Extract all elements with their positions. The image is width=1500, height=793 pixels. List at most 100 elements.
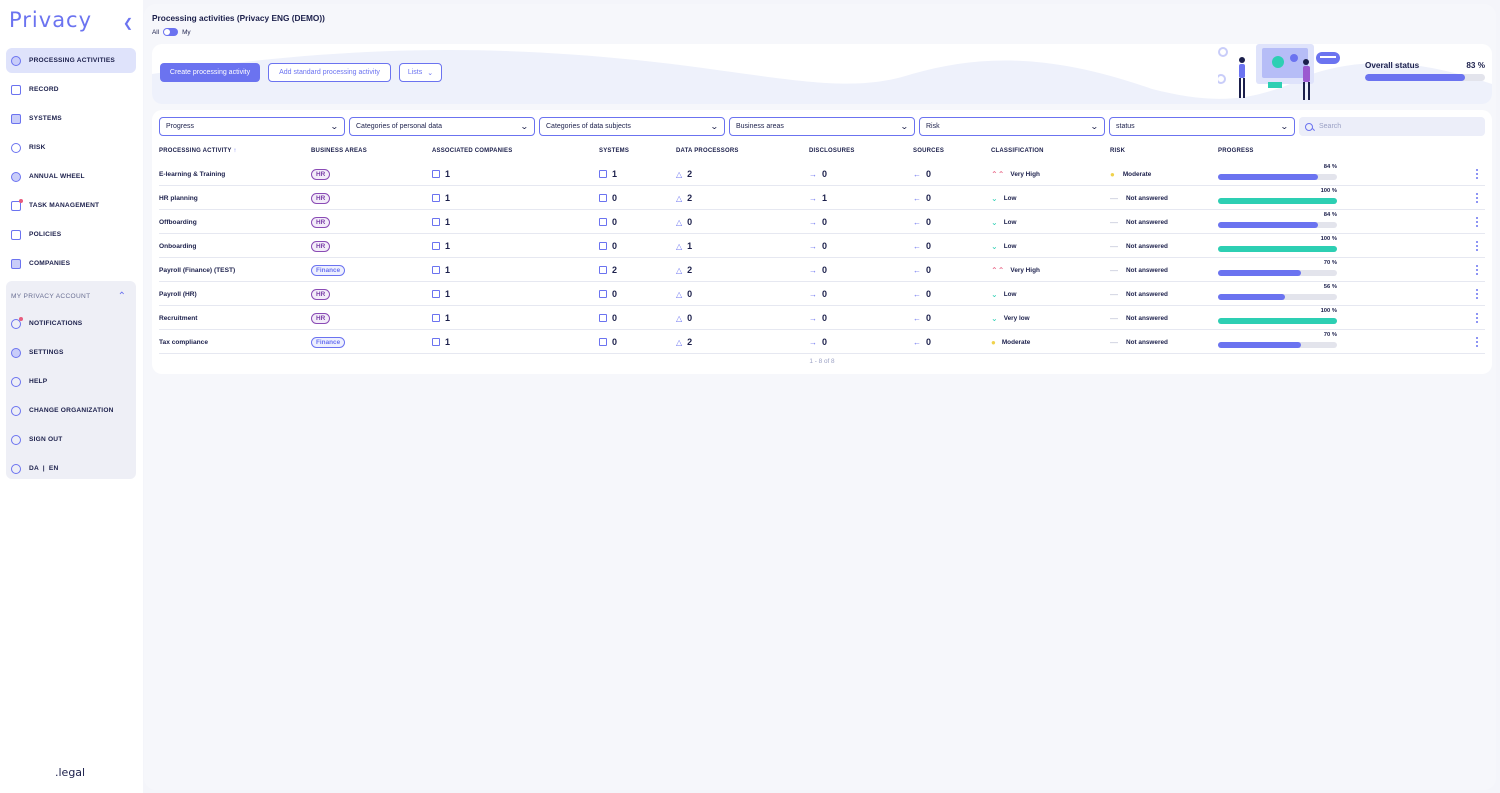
chevron-down-icon: ⌄ [330,122,340,131]
systems-count: 2 [612,265,618,275]
activity-name[interactable]: Payroll (HR) [159,291,197,298]
column-header-risk: RISK [1110,148,1126,154]
arrow-right-icon: → [809,265,817,275]
table-row[interactable]: Onboarding HR 1 0 △ 1 → 0 ← 0 ⌄ Low — Not answered 100… [159,234,1485,258]
progress-fill [1218,198,1337,204]
overall-status-fill [1365,74,1465,81]
business-area-tag: HR [311,312,331,324]
risk-label: Not answered [1126,242,1168,250]
row-menu-icon[interactable] [1475,193,1479,203]
chevron-up-icon[interactable]: ⌃ [118,291,126,302]
sidebar-item-processing-activities[interactable]: PROCESSING ACTIVITIES [6,48,136,73]
filter-status[interactable]: status ⌄ [1109,117,1295,136]
filter-risk[interactable]: Risk ⌄ [919,117,1105,136]
filter-label: Risk [926,123,940,130]
sidebar-item-risk[interactable]: RISK [6,135,136,160]
progress-bar: 84 % [1218,212,1337,228]
sidebar-item-label: SETTINGS [29,349,64,356]
sidebar-item-label: CHANGE ORGANIZATION [29,407,114,414]
row-menu-icon[interactable] [1475,289,1479,299]
sidebar-item-change-organization[interactable]: CHANGE ORGANIZATION [6,398,136,423]
activity-name[interactable]: HR planning [159,195,198,202]
language-switcher[interactable]: DA | EN [6,456,136,481]
sidebar-item-annual-wheel[interactable]: ANNUAL WHEEL [6,164,136,189]
sidebar-item-policies[interactable]: POLICIES [6,222,136,247]
lists-dropdown[interactable]: Lists ⌄ [399,63,442,82]
wheel-icon [11,171,21,182]
sidebar-item-companies[interactable]: COMPANIES [6,251,136,276]
activity-name[interactable]: Recruitment [159,315,197,322]
activity-name[interactable]: Payroll (Finance) (TEST) [159,267,235,274]
table-row[interactable]: Payroll (Finance) (TEST) Finance 1 2 △ 2 → 0 ← 0 ⌃… [159,258,1485,282]
account-header[interactable]: MY PRIVACY ACCOUNT ⌃ [6,281,136,311]
risk-label: Not answered [1126,266,1168,274]
row-menu-icon[interactable] [1475,337,1479,347]
chevron-down-icon: ⌄ [427,69,434,77]
sidebar-item-notifications[interactable]: NOTIFICATIONS [6,311,136,336]
column-header-processing-activity[interactable]: PROCESSING ACTIVITY ↑ [159,148,237,154]
sources-count: 0 [926,313,932,323]
column-header-sources: SOURCES [913,148,945,154]
associated-companies-count: 1 [445,193,451,203]
overall-status-percent: 83 % [1466,61,1485,70]
chevron-down-icon: ⌄ [520,122,530,131]
table-row[interactable]: Tax compliance Finance 1 0 △ 2 → 0 ← 0 ● Moderate — N… [159,330,1485,354]
sidebar-item-label: NOTIFICATIONS [29,320,83,327]
table-row[interactable]: HR planning HR 1 0 △ 2 → 1 ← 0 ⌄ Low — Not answered 10… [159,186,1485,210]
table-row[interactable]: E-learning & Training HR 1 1 △ 2 → 0 ← 0 ⌃⌃ Very Hi… [159,162,1485,186]
table-row[interactable]: Offboarding HR 1 0 △ 0 → 0 ← 0 ⌄ Low — Not answered 84… [159,210,1485,234]
arrow-right-icon: → [809,241,817,251]
dashboard-illustration [1218,44,1340,100]
account-title: MY PRIVACY ACCOUNT [11,292,91,300]
risk-label: Not answered [1126,338,1168,346]
row-menu-icon[interactable] [1475,313,1479,323]
row-menu-icon[interactable] [1475,169,1479,179]
disclosures-count: 0 [822,241,828,251]
filter-categories-data-subjects[interactable]: Categories of data subjects ⌄ [539,117,725,136]
sidebar-item-help[interactable]: HELP [6,369,136,394]
chevron-down-icon: ⌄ [991,217,998,227]
create-processing-activity-button[interactable]: Create processing activity [160,63,260,82]
risk-label: Not answered [1126,290,1168,298]
classification-label: Low [1003,194,1017,202]
overall-status: Overall status 83 % [1365,61,1485,81]
companies-icon [432,314,440,322]
sidebar-item-sign-out[interactable]: SIGN OUT [6,427,136,452]
risk-label: Not answered [1126,218,1168,226]
activity-name[interactable]: E-learning & Training [159,171,225,178]
activity-name[interactable]: Offboarding [159,219,197,226]
activity-name[interactable]: Tax compliance [159,339,208,346]
filter-label: status [1116,123,1135,130]
sidebar-item-systems[interactable]: SYSTEMS [6,106,136,131]
filter-categories-personal-data[interactable]: Categories of personal data ⌄ [349,117,535,136]
arrow-left-icon: ← [913,265,921,275]
collapse-sidebar-icon[interactable]: ❮ [121,16,135,30]
progress-fill [1218,342,1302,348]
filter-progress[interactable]: Progress ⌄ [159,117,345,136]
table-row[interactable]: Payroll (HR) HR 1 0 △ 0 → 0 ← 0 ⌄ Low — Not answered 5… [159,282,1485,306]
toolbar-banner: Create processing activity Add standard … [152,44,1492,104]
arrow-right-icon: → [809,289,817,299]
dash-icon: — [1110,241,1118,251]
column-header-systems: SYSTEMS [599,148,630,154]
sidebar-item-record[interactable]: RECORD [6,77,136,102]
double-chevron-up-icon: ⌃⌃ [991,265,1005,275]
chevron-down-icon: ⌄ [900,122,910,131]
sources-count: 0 [926,289,932,299]
activity-name[interactable]: Onboarding [159,243,196,250]
search-input[interactable]: Search [1299,117,1485,136]
add-standard-processing-activity-button[interactable]: Add standard processing activity [268,63,391,82]
all-my-toggle[interactable] [163,28,179,36]
filter-business-areas[interactable]: Business areas ⌄ [729,117,915,136]
classification-label: Moderate [1001,338,1031,346]
row-menu-icon[interactable] [1475,265,1479,275]
table-row[interactable]: Recruitment HR 1 0 △ 0 → 0 ← 0 ⌄ Very low — Not answe… [159,306,1485,330]
sidebar-item-settings[interactable]: SETTINGS [6,340,136,365]
row-menu-icon[interactable] [1475,241,1479,251]
sidebar-item-label: ANNUAL WHEEL [29,173,85,180]
business-area-tag: HR [311,240,331,252]
sidebar-item-task-management[interactable]: TASK MANAGEMENT [6,193,136,218]
sidebar-item-label: POLICIES [29,231,62,238]
row-menu-icon[interactable] [1475,217,1479,227]
associated-companies-count: 1 [445,169,451,179]
